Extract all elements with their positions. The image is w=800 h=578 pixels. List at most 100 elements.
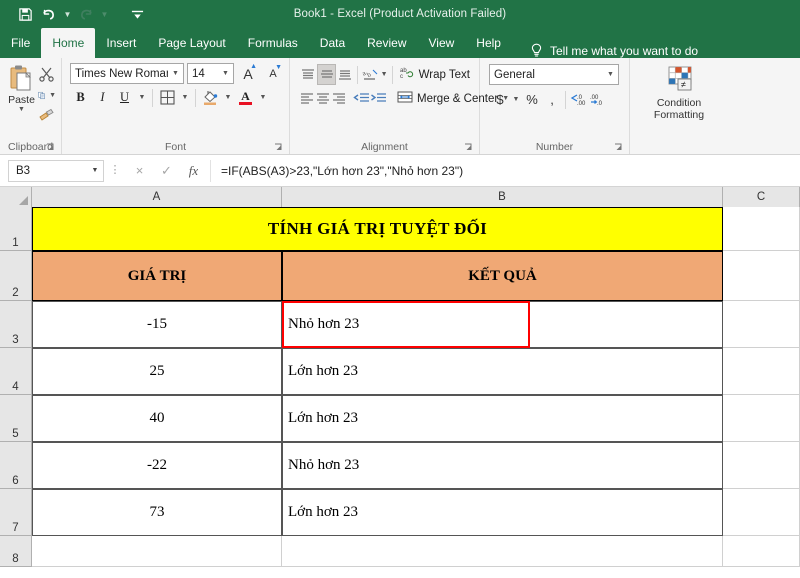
column-header-b[interactable]: B: [282, 187, 723, 207]
cell-b5[interactable]: Lớn hơn 23: [282, 395, 723, 442]
copy-icon[interactable]: ▼: [38, 87, 56, 104]
tab-file[interactable]: File: [0, 28, 41, 58]
cell-a6[interactable]: -22: [32, 442, 282, 489]
format-painter-icon[interactable]: [38, 108, 56, 125]
alignment-dialog-launcher-icon[interactable]: [464, 143, 474, 153]
font-size-chevron-down-icon[interactable]: ▼: [218, 70, 233, 77]
insert-function-icon[interactable]: fx: [180, 160, 207, 182]
tab-data[interactable]: Data: [309, 28, 356, 58]
cell-b7[interactable]: Lớn hơn 23: [282, 489, 723, 536]
cell-b4[interactable]: Lớn hơn 23: [282, 348, 723, 395]
cell-a7[interactable]: 73: [32, 489, 282, 536]
accounting-chevron-down-icon[interactable]: ▼: [510, 89, 522, 110]
row-header-1[interactable]: 1: [0, 207, 32, 251]
paste-chevron-down-icon[interactable]: ▼: [18, 106, 25, 114]
name-box-chevron-down-icon[interactable]: ▼: [87, 167, 103, 174]
borders-icon[interactable]: [157, 87, 178, 108]
cell-b8[interactable]: [282, 536, 723, 567]
save-icon[interactable]: [14, 3, 36, 25]
center-button[interactable]: [315, 88, 331, 109]
row-header-3[interactable]: 3: [0, 301, 32, 348]
tab-home[interactable]: Home: [41, 28, 96, 58]
cell-a1-title[interactable]: TÍNH GIÁ TRỊ TUYỆT ĐỐI: [32, 207, 723, 251]
cell-b3[interactable]: Nhỏ hơn 23: [282, 301, 723, 348]
tab-view[interactable]: View: [418, 28, 466, 58]
tab-page-layout[interactable]: Page Layout: [147, 28, 236, 58]
number-format-combo[interactable]: General ▼: [489, 64, 619, 85]
cell-c5[interactable]: [723, 395, 800, 442]
orientation-icon[interactable]: a b: [361, 64, 379, 85]
row-header-4[interactable]: 4: [0, 348, 32, 395]
number-dialog-launcher-icon[interactable]: [614, 143, 624, 153]
paste-button[interactable]: Paste ▼: [5, 62, 38, 114]
tab-review[interactable]: Review: [356, 28, 417, 58]
clipboard-dialog-launcher-icon[interactable]: [46, 143, 56, 153]
tell-me-search[interactable]: Tell me what you want to do: [512, 43, 708, 58]
undo-icon[interactable]: [38, 3, 60, 25]
row-header-6[interactable]: 6: [0, 442, 32, 489]
underline-chevron-down-icon[interactable]: ▼: [136, 87, 148, 108]
cell-c1[interactable]: [723, 207, 800, 251]
top-align-button[interactable]: [299, 64, 317, 85]
cell-a8[interactable]: [32, 536, 282, 567]
bottom-align-button[interactable]: [336, 64, 354, 85]
font-size-combo[interactable]: 14 ▼: [187, 63, 234, 84]
column-header-c[interactable]: C: [723, 187, 800, 207]
tab-formulas[interactable]: Formulas: [237, 28, 309, 58]
font-name-chevron-down-icon[interactable]: ▼: [168, 70, 183, 77]
enter-formula-icon[interactable]: ✓: [153, 160, 180, 182]
select-all-corner[interactable]: [0, 187, 32, 207]
conditional-formatting-button[interactable]: ≠ Condition Formatting: [643, 62, 715, 121]
cell-b2-header[interactable]: KẾT QUẢ: [282, 251, 723, 301]
cell-c4[interactable]: [723, 348, 800, 395]
cell-a3[interactable]: -15: [32, 301, 282, 348]
decrease-indent-icon[interactable]: [353, 88, 370, 109]
cell-c8[interactable]: [723, 536, 800, 567]
formula-input[interactable]: =IF(ABS(A3)>23,"Lớn hơn 23","Nhỏ hơn 23"…: [210, 159, 796, 182]
decrease-decimal-icon[interactable]: .00 .0: [589, 89, 609, 110]
undo-chevron-down-icon[interactable]: ▼: [62, 3, 73, 25]
font-color-chevron-down-icon[interactable]: ▼: [257, 87, 269, 108]
number-format-chevron-down-icon[interactable]: ▼: [603, 71, 618, 78]
comma-style-button[interactable]: ,: [542, 89, 562, 110]
decrease-font-size-icon[interactable]: A ▼: [262, 63, 284, 84]
wrap-text-button[interactable]: ab c Wrap Text: [396, 64, 474, 85]
row-header-2[interactable]: 2: [0, 251, 32, 301]
align-right-button[interactable]: [331, 88, 347, 109]
row-header-5[interactable]: 5: [0, 395, 32, 442]
redo-icon[interactable]: [75, 3, 97, 25]
column-header-a[interactable]: A: [32, 187, 282, 207]
redo-chevron-down-icon[interactable]: ▼: [99, 3, 110, 25]
increase-font-size-icon[interactable]: A ▲: [237, 63, 259, 84]
tab-help[interactable]: Help: [465, 28, 512, 58]
underline-button[interactable]: U: [114, 87, 135, 108]
cell-a2-header[interactable]: GIÁ TRỊ: [32, 251, 282, 301]
accounting-format-button[interactable]: $: [490, 89, 510, 110]
font-name-combo[interactable]: Times New Roman ▼: [70, 63, 184, 84]
cell-c3[interactable]: [723, 301, 800, 348]
cell-a5[interactable]: 40: [32, 395, 282, 442]
copy-chevron-down-icon[interactable]: ▼: [49, 92, 56, 99]
middle-align-button[interactable]: [317, 64, 336, 85]
increase-decimal-icon[interactable]: .0 .00: [569, 89, 589, 110]
italic-button[interactable]: I: [92, 87, 113, 108]
cut-icon[interactable]: [38, 66, 56, 83]
fill-color-chevron-down-icon[interactable]: ▼: [222, 87, 234, 108]
cell-a4[interactable]: 25: [32, 348, 282, 395]
name-box[interactable]: B3 ▼: [8, 159, 104, 182]
borders-chevron-down-icon[interactable]: ▼: [179, 87, 191, 108]
bold-button[interactable]: B: [70, 87, 91, 108]
cell-c7[interactable]: [723, 489, 800, 536]
fill-color-icon[interactable]: [200, 87, 221, 108]
font-dialog-launcher-icon[interactable]: [274, 143, 284, 153]
font-color-icon[interactable]: A: [235, 87, 256, 108]
row-header-8[interactable]: 8: [0, 536, 32, 567]
align-left-button[interactable]: [299, 88, 315, 109]
percent-style-button[interactable]: %: [522, 89, 542, 110]
tab-insert[interactable]: Insert: [95, 28, 147, 58]
cell-c2[interactable]: [723, 251, 800, 301]
cancel-formula-icon[interactable]: ×: [126, 160, 153, 182]
cell-c6[interactable]: [723, 442, 800, 489]
row-header-7[interactable]: 7: [0, 489, 32, 536]
customize-qat-icon[interactable]: [126, 3, 148, 25]
